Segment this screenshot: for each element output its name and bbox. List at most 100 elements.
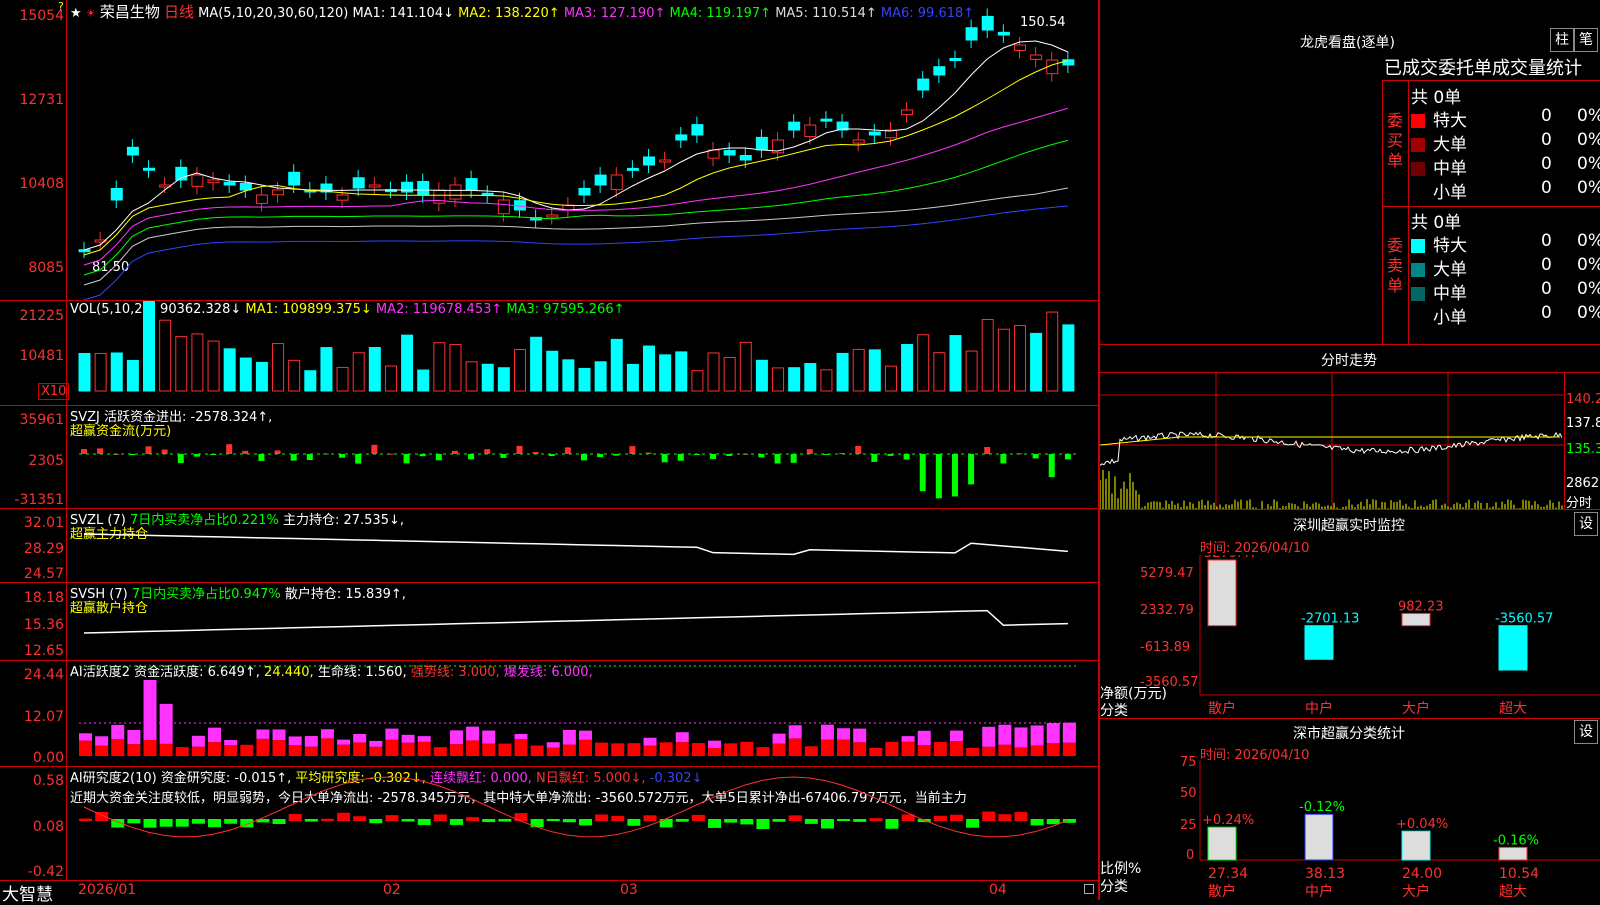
bar-mode-button[interactable]: 柱 (1550, 28, 1574, 52)
fenshi-chart[interactable] (1100, 373, 1564, 509)
vol-unit-badge[interactable]: X10 (38, 383, 70, 400)
research-bar (191, 819, 205, 824)
flow-bar (97, 448, 104, 454)
activity-top (304, 736, 318, 747)
lhb-row-pct: 0% (1577, 255, 1600, 275)
sell-side-label: 委卖单 (1387, 236, 1404, 295)
class-bar-value: 10.54 (1499, 866, 1539, 882)
ai2-bars[interactable] (67, 661, 1098, 766)
research-bar (546, 819, 560, 822)
volume-bar (417, 369, 430, 392)
lock-icon[interactable] (1084, 884, 1094, 894)
monitor-chart[interactable]: 5279.47 散户 -2701.13 中户 982.23 大户 -3560.57 超大 (1100, 555, 1600, 718)
research-bar (675, 819, 689, 822)
volume-bar (1013, 325, 1026, 392)
color-swatch (1411, 311, 1425, 325)
svsh-tick: 18.18 (23, 590, 64, 606)
volume-bar (965, 350, 978, 392)
svzl-line[interactable] (67, 509, 1098, 582)
flow-bar (1032, 454, 1039, 459)
research-bar (772, 819, 786, 822)
flow-bar (935, 454, 942, 499)
svzl-tick: 24.57 (23, 566, 64, 582)
flow-bar (145, 446, 152, 454)
volume-bar (610, 338, 623, 392)
research-bar (885, 819, 899, 829)
candle-body (804, 124, 817, 138)
volume-bar (223, 348, 236, 392)
buy-side-label: 委买单 (1387, 111, 1404, 170)
volume-bar (110, 352, 123, 392)
monitor-settings-button[interactable]: 设 (1574, 512, 1598, 536)
research-bar (627, 819, 641, 826)
research-bar (933, 815, 947, 821)
lhb-stats-header[interactable]: 已成交委托单成交量统计 (1384, 54, 1582, 80)
activity-bar (385, 739, 399, 756)
research-bar (79, 818, 92, 821)
activity-top (127, 729, 141, 745)
flow-bar (468, 454, 475, 460)
svsh-line[interactable] (67, 583, 1098, 660)
activity-top (675, 732, 689, 743)
lhb-row-pct: 0% (1577, 130, 1600, 150)
svzj-bars[interactable] (67, 406, 1098, 508)
activity-bar (1014, 747, 1028, 756)
lhb-row-pct: 0% (1577, 154, 1600, 174)
lhb-row-pct: 0% (1577, 106, 1600, 126)
volume-bar (465, 361, 478, 392)
color-swatch (1411, 138, 1425, 152)
price-candles[interactable] (67, 0, 1098, 300)
air-bars[interactable] (67, 767, 1098, 880)
candle-body (223, 181, 236, 186)
activity-bar (530, 745, 544, 756)
research-bar (288, 813, 302, 821)
monitor-title[interactable]: 深圳超赢实时监控 (1098, 515, 1600, 535)
lhb-row-name: 特大 (1433, 236, 1467, 256)
research-bar (611, 815, 625, 821)
volume-bar (255, 361, 268, 392)
color-swatch (1411, 239, 1425, 253)
lhb-row: 小单 0 0% (1411, 178, 1600, 203)
activity-top (288, 736, 302, 746)
candle-body (239, 183, 252, 191)
lhb-row-value: 0 (1541, 231, 1552, 251)
volume-bar (191, 333, 204, 392)
class-title[interactable]: 深市超赢分类统计 (1098, 723, 1600, 743)
activity-bar (1062, 742, 1076, 756)
candle-body (981, 15, 994, 31)
volume-bar (143, 301, 156, 392)
class-chart[interactable]: +0.24% 27.34散户 -0.12% 38.13中户 +0.04% 24.00大户 -… (1100, 760, 1600, 900)
lhb-side-divider (1408, 81, 1409, 345)
lhb-row-pct: 0% (1577, 279, 1600, 299)
activity-top (482, 730, 496, 744)
lhb-row: 特大 0 0% (1411, 106, 1600, 131)
color-swatch (1411, 263, 1425, 277)
volume-bar (755, 359, 768, 392)
main-chart-area[interactable]: ★ ☀ 荣昌生物 日线 MA(5,10,20,30,60,120) MA1: 1… (0, 0, 1098, 905)
volume-bar (497, 367, 510, 392)
volume-bars[interactable] (67, 301, 1098, 405)
fenshi-title[interactable]: 分时走势 (1098, 350, 1600, 370)
activity-bar (288, 745, 302, 756)
activity-bar (449, 744, 463, 756)
candle-body (126, 146, 139, 156)
research-bar (304, 819, 318, 822)
activity-bar (659, 742, 673, 756)
ai2-tick: 0.00 (32, 750, 64, 766)
candle-body (401, 181, 414, 193)
class-settings-button[interactable]: 设 (1574, 720, 1598, 744)
volume-bar (368, 347, 381, 392)
volume-bar (562, 359, 575, 392)
candle-body (546, 214, 559, 218)
activity-bar (611, 743, 625, 756)
class-category: 中户 (1305, 883, 1333, 900)
monitor-time: 时间: 2026/04/10 (1200, 541, 1310, 556)
activity-bar (482, 743, 496, 756)
activity-bar (272, 740, 286, 756)
fenshi-tick: 137.8 (1566, 416, 1600, 431)
activity-top (95, 736, 109, 746)
flow-bar (306, 454, 313, 460)
brand-label[interactable]: 大智慧 (2, 880, 53, 905)
flow-bar (903, 454, 910, 460)
tick-mode-button[interactable]: 笔 (1574, 28, 1598, 52)
